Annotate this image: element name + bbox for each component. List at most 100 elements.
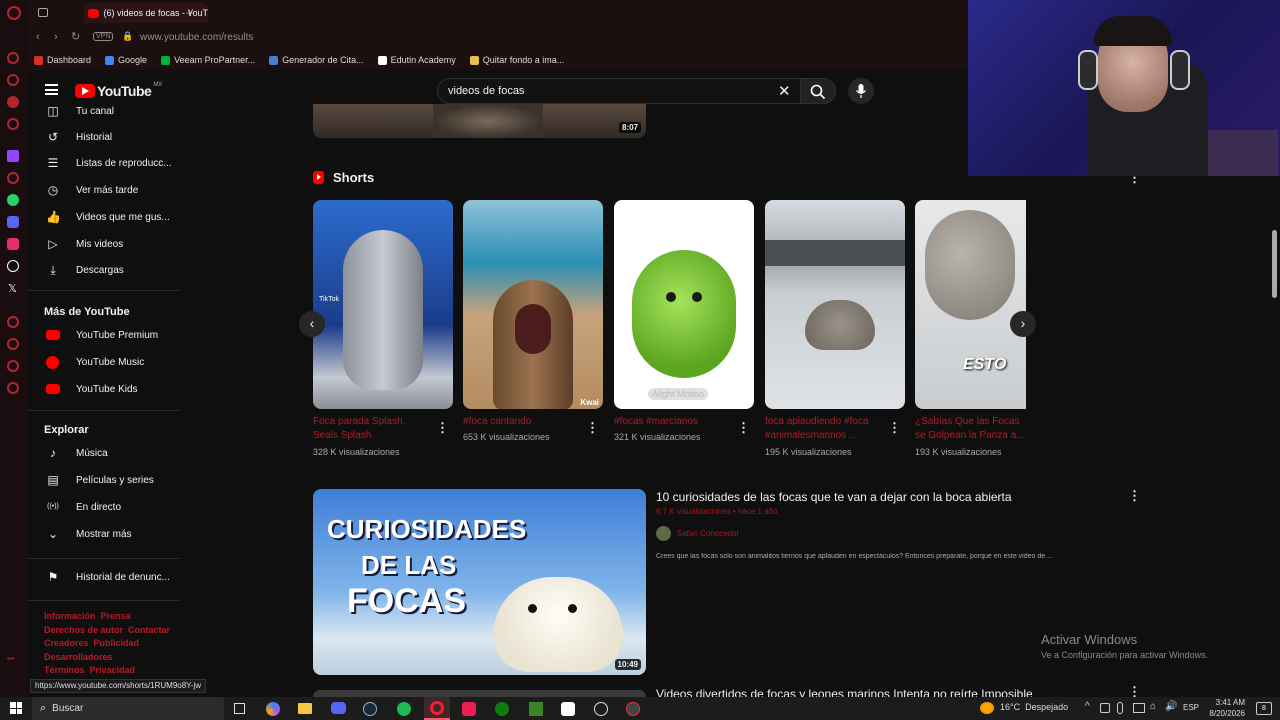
x-twitter-icon[interactable]: 𝕏	[8, 282, 17, 295]
page-scrollbar[interactable]	[1272, 230, 1277, 298]
footer-links[interactable]: Desarrolladores	[44, 651, 113, 664]
opera-logo-icon[interactable]	[7, 6, 21, 20]
instagram-icon[interactable]	[7, 238, 19, 250]
vpn-badge[interactable]: VPN	[93, 32, 114, 41]
notifications-badge[interactable]: 8	[1256, 702, 1272, 715]
sidebar-item-clock[interactable]: ◷ Ver más tarde	[28, 177, 180, 203]
xbox-icon[interactable]	[495, 702, 509, 716]
footer-links[interactable]: Información Prensa	[44, 610, 131, 623]
search-button[interactable]	[800, 78, 836, 104]
youtube-logo[interactable]: YouTube MX	[75, 82, 162, 99]
sidebar-item-youtube-kids[interactable]: YouTube Kids	[28, 376, 180, 402]
capcut-icon[interactable]	[561, 702, 575, 716]
tiktok-taskbar-icon[interactable]	[462, 702, 476, 716]
bookmark-item[interactable]: Generador de Cita...	[269, 55, 364, 65]
player-icon[interactable]	[7, 118, 19, 130]
short-thumbnail[interactable]: Alight Motion	[614, 200, 754, 409]
task-view-icon[interactable]	[234, 703, 245, 714]
weather-text[interactable]: 16°C Despejado	[1000, 702, 1068, 712]
discord-taskbar-icon[interactable]	[331, 702, 346, 714]
sidebar-item-channel[interactable]: ◫ Tu canal	[28, 98, 180, 124]
url-field[interactable]: www.youtube.com/results	[140, 32, 253, 43]
shorts-next-button[interactable]: ›	[1010, 311, 1036, 337]
discord-icon[interactable]	[7, 216, 19, 228]
new-tab-icon[interactable]: +	[186, 6, 193, 20]
weather-icon[interactable]	[980, 702, 994, 714]
aria-icon[interactable]	[7, 52, 19, 64]
sidebar-item-download[interactable]: ⤓ Descargas	[28, 257, 180, 283]
sidebar-item-explore[interactable]: ▤ Películas y series	[28, 467, 180, 493]
sidebar-item-history[interactable]: ↺ Historial	[28, 124, 180, 150]
lock-icon[interactable]: 🔒	[122, 31, 133, 42]
language-indicator[interactable]: ESP	[1183, 703, 1199, 712]
next-video-more-icon[interactable]: ⋮	[1128, 684, 1141, 697]
file-explorer-icon[interactable]	[298, 703, 312, 714]
video-thumbnail[interactable]: CURIOSIDADES DE LAS FOCAS 10:49	[313, 489, 646, 675]
sidebar-item-playlist[interactable]: ☰ Listas de reproducc...	[28, 150, 180, 176]
sidebar-item-youtube-music[interactable]: YouTube Music	[28, 349, 180, 375]
whatsapp-icon[interactable]	[7, 194, 19, 206]
short-title[interactable]: foca aplaudiendo #foca #animalesmarinos …	[765, 415, 883, 443]
pinboard-icon[interactable]	[7, 360, 19, 372]
sidebar-item-youtube-premium[interactable]: YouTube Premium	[28, 322, 180, 348]
windows-start-icon[interactable]	[10, 702, 22, 714]
short-title[interactable]: #focas #marcianos	[614, 415, 732, 429]
settings-side-icon[interactable]	[7, 382, 19, 394]
steam-icon[interactable]	[363, 702, 377, 716]
sidebar-item-like[interactable]: 👍 Videos que me gus...	[28, 204, 180, 230]
menu-icon[interactable]	[45, 84, 58, 95]
sidebar-item-explore[interactable]: ♪ Música	[28, 440, 180, 466]
footer-links[interactable]: Derechos de autor Contactar	[44, 624, 170, 637]
tiktok-icon[interactable]	[7, 260, 19, 272]
video-thumbnail[interactable]: 8:07	[313, 104, 646, 138]
video-more-icon[interactable]: ⋮	[1128, 488, 1141, 504]
bookmark-item[interactable]: Dashboard	[34, 55, 91, 65]
short-title[interactable]: Foca parada Splash, Seals Splash	[313, 415, 431, 443]
sidebar-item-explore[interactable]: ((•)) En directo	[28, 494, 180, 520]
voice-search-button[interactable]	[848, 78, 874, 104]
volume-icon[interactable]: 🔊	[1165, 701, 1177, 712]
tray-app-icon[interactable]	[1100, 703, 1110, 713]
next-video-title[interactable]: Videos divertidos de focas y leones mari…	[656, 687, 1116, 697]
bookmark-item[interactable]: Veeam ProPartner...	[161, 55, 255, 65]
mail-icon[interactable]	[7, 96, 19, 108]
clock-side-icon[interactable]	[7, 338, 19, 350]
taskbar-search[interactable]: ⌕ Buscar	[32, 697, 224, 720]
twitch-icon[interactable]	[7, 150, 19, 162]
spotify-icon[interactable]	[397, 702, 411, 716]
short-thumbnail[interactable]: TikTok	[313, 200, 453, 409]
tab-switcher-icon[interactable]	[38, 8, 48, 17]
minecraft-icon[interactable]	[529, 702, 543, 716]
tray-mic-icon[interactable]	[1117, 702, 1123, 714]
short-more-icon[interactable]: ⋮	[586, 420, 599, 436]
footer-links[interactable]: Términos Privacidad	[44, 664, 135, 677]
history-side-icon[interactable]	[7, 316, 19, 328]
more-side-icon[interactable]: •••	[7, 656, 14, 663]
shorts-prev-button[interactable]: ‹	[299, 311, 325, 337]
shopping-icon[interactable]	[7, 74, 19, 86]
opera-taskbar-item[interactable]	[424, 697, 450, 720]
sidebar-item-explore[interactable]: ⌄ Mostrar más	[28, 521, 180, 547]
clock[interactable]: 3:41 AM 8/20/2026	[1205, 697, 1245, 719]
short-title[interactable]: ¿Sabías Que las Focas se Golpean la Panz…	[915, 415, 1029, 443]
bookmark-item[interactable]: Google	[105, 55, 147, 65]
short-thumbnail[interactable]: ESTO	[915, 200, 1026, 409]
tray-overflow-icon[interactable]: ^	[1085, 701, 1090, 712]
tray-network-icon[interactable]: ⌂	[1150, 701, 1156, 712]
clear-search-icon[interactable]: ✕	[778, 82, 791, 100]
video-title[interactable]: 10 curiosidades de las focas que te van …	[656, 490, 1116, 504]
search-input[interactable]: videos de focas ✕	[437, 78, 801, 104]
reload-icon[interactable]: ↻	[71, 30, 80, 43]
settings-taskbar-icon[interactable]	[594, 702, 608, 716]
bookmark-item[interactable]: Quitar fondo a ima...	[469, 55, 564, 65]
forward-icon[interactable]: ›	[54, 31, 58, 43]
footer-links[interactable]: Creadores Publicidad	[44, 637, 139, 650]
short-more-icon[interactable]: ⋮	[436, 420, 449, 436]
bookmark-item[interactable]: Edutin Academy	[377, 55, 456, 65]
phone-icon[interactable]	[7, 172, 19, 184]
video-thumbnail[interactable]	[313, 690, 646, 697]
back-icon[interactable]: ‹	[36, 31, 40, 43]
short-title[interactable]: #foca cantando	[463, 415, 581, 429]
sidebar-item-report-history[interactable]: ⚑ Historial de denunc...	[28, 564, 180, 590]
short-thumbnail[interactable]	[765, 200, 905, 409]
